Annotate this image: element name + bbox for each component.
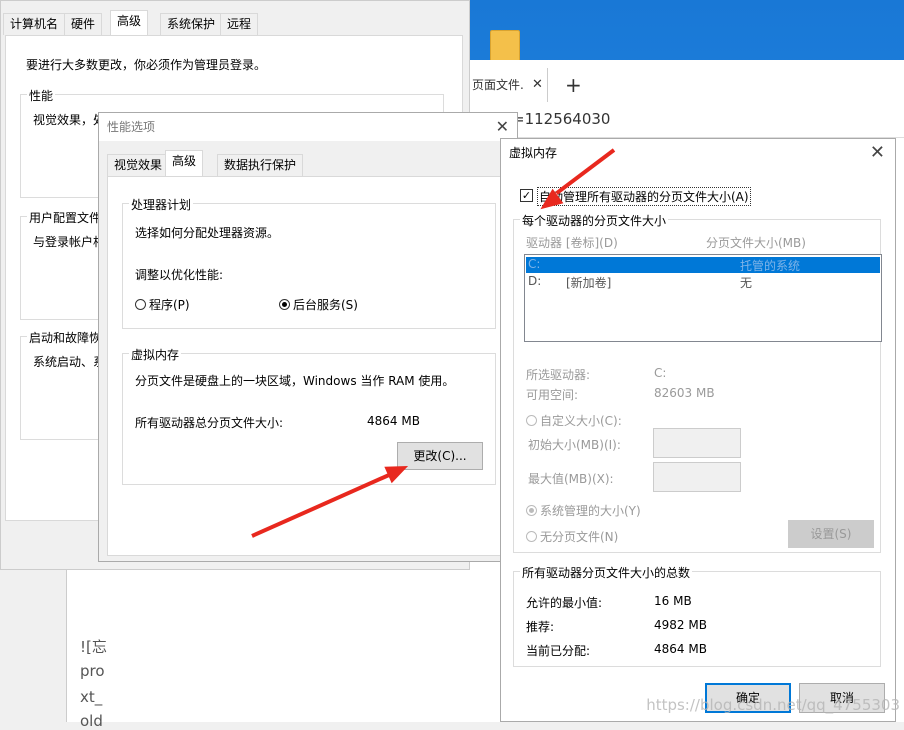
virtual-memory-dialog: 虚拟内存 ✕ ✓ 自动管理所有驱动器的分页文件大小(A) 每个驱动器的分页文件大… [500, 138, 896, 722]
free-space-value: 82603 MB [654, 386, 715, 400]
recommended-label: 推荐: [526, 620, 555, 634]
radio-background-services[interactable]: 后台服务(S) [279, 296, 358, 313]
per-drive-label: 每个驱动器的分页文件大小 [520, 212, 669, 229]
per-drive-group: 每个驱动器的分页文件大小 驱动器 [卷标](D) 分页文件大小(MB) C: 托… [513, 212, 882, 553]
admin-notice: 要进行大多数更改，你必须作为管理员登录。 [26, 58, 267, 72]
totals-group: 所有驱动器分页文件大小的总数 允许的最小值: 16 MB 推荐: 4982 MB… [513, 564, 881, 667]
processor-group-label: 处理器计划 [129, 196, 194, 213]
tab-hardware[interactable]: 硬件 [64, 13, 103, 35]
optimize-label: 调整以优化性能: [135, 268, 224, 282]
selected-drive-value: C: [654, 366, 667, 380]
user-profile-text: 与登录帐户相 [33, 235, 106, 249]
tab-visual-effects[interactable]: 视觉效果 [107, 154, 170, 176]
max-size-input[interactable] [653, 462, 741, 492]
perf-title: 性能选项 [107, 120, 156, 134]
drive-row-selected[interactable]: C: 托管的系统 [526, 257, 880, 273]
max-size-label: 最大值(MB)(X): [528, 472, 614, 486]
vm-total-label: 所有驱动器总分页文件大小: [135, 416, 284, 430]
radio-icon [526, 531, 537, 542]
custom-size-label: 自定义大小(C): [540, 414, 622, 428]
perf-advanced-panel: 处理器计划 选择如何分配处理器资源。 调整以优化性能: 程序(P) 后台服务(S… [107, 176, 511, 556]
drive-letter: C: [528, 257, 541, 271]
new-tab-icon[interactable]: + [565, 70, 585, 100]
tab-dep[interactable]: 数据执行保护 [217, 154, 304, 176]
recommended-value: 4982 MB [654, 618, 707, 632]
bg-text-line: ![忘 [80, 638, 107, 656]
browser-url-text: =112564030 [512, 110, 611, 128]
totals-label: 所有驱动器分页文件大小的总数 [520, 564, 693, 581]
radio-no-paging[interactable]: 无分页文件(N) [526, 528, 618, 545]
processor-desc: 选择如何分配处理器资源。 [135, 226, 280, 240]
min-allowed-value: 16 MB [654, 594, 692, 608]
radio-selected-icon [279, 299, 290, 310]
perf-titlebar: 性能选项 [99, 113, 517, 141]
current-value: 4864 MB [654, 642, 707, 656]
browser-tab-label: 页面文件. [472, 78, 524, 92]
auto-manage-checkbox[interactable]: ✓ [520, 189, 533, 202]
vm-total-value: 4864 MB [367, 414, 420, 428]
folder-icon[interactable] [490, 30, 520, 64]
selected-drive-label: 所选驱动器: [526, 368, 591, 382]
vm-desc: 分页文件是硬盘上的一块区域，Windows 当作 RAM 使用。 [135, 374, 455, 388]
free-space-label: 可用空间: [526, 388, 579, 402]
tab-advanced[interactable]: 高级 [110, 10, 149, 36]
auto-manage-label: 自动管理所有驱动器的分页文件大小(A) [537, 187, 751, 206]
watermark: https://blog.csdn.net/qq_4755303 [646, 696, 900, 714]
vm-title: 虚拟内存 [509, 146, 558, 160]
initial-size-label: 初始大小(MB)(I): [528, 438, 621, 452]
virtual-memory-group: 虚拟内存 分页文件是硬盘上的一块区域，Windows 当作 RAM 使用。 所有… [122, 346, 496, 485]
initial-size-input[interactable] [653, 428, 741, 458]
radio-custom-size[interactable]: 自定义大小(C): [526, 412, 622, 429]
drive-list[interactable]: C: 托管的系统 D: [新加卷] 无 [524, 254, 882, 342]
startup-label: 启动和故障恢 [27, 329, 104, 346]
radio-icon [135, 299, 146, 310]
startup-text: 系统启动、系 [33, 355, 106, 369]
col-drive-header: 驱动器 [卷标](D) [526, 236, 618, 250]
bg-text-line: pro [80, 662, 105, 680]
tab-remote[interactable]: 远程 [220, 13, 259, 35]
drive-row[interactable]: D: [新加卷] 无 [526, 274, 880, 290]
close-icon[interactable]: ✕ [870, 139, 885, 167]
radio-programs-label: 程序(P) [149, 298, 190, 312]
performance-text: 视觉效果，处 [33, 113, 106, 127]
bg-text-line: old [80, 712, 103, 730]
bg-text-line: xt_ [80, 688, 103, 706]
vm-group-label: 虚拟内存 [129, 346, 182, 363]
min-allowed-label: 允许的最小值: [526, 596, 603, 610]
user-profile-label: 用户配置文件 [27, 209, 104, 226]
radio-programs[interactable]: 程序(P) [135, 296, 190, 313]
tab-perf-advanced[interactable]: 高级 [165, 150, 204, 176]
set-button[interactable]: 设置(S) [788, 520, 874, 548]
drive-size: 无 [740, 276, 753, 290]
no-paging-label: 无分页文件(N) [540, 530, 619, 544]
drive-letter: D: [528, 274, 542, 288]
processor-scheduling-group: 处理器计划 选择如何分配处理器资源。 调整以优化性能: 程序(P) 后台服务(S… [122, 196, 496, 329]
radio-icon [526, 415, 537, 426]
drive-label: [新加卷] [566, 276, 612, 290]
performance-options-window: 性能选项 ✕ 视觉效果 高级 数据执行保护 处理器计划 选择如何分配处理器资源。… [98, 112, 518, 562]
close-tab-icon[interactable]: ✕ [532, 68, 548, 102]
system-managed-label: 系统管理的大小(Y) [540, 504, 641, 518]
drive-size: 托管的系统 [740, 259, 801, 273]
current-label: 当前已分配: [526, 644, 591, 658]
performance-label: 性能 [27, 87, 56, 104]
radio-icon [526, 505, 537, 516]
col-size-header: 分页文件大小(MB) [706, 236, 806, 250]
vm-titlebar: 虚拟内存 [501, 139, 895, 167]
close-icon[interactable]: ✕ [496, 113, 509, 141]
change-button[interactable]: 更改(C)... [397, 442, 483, 470]
radio-services-label: 后台服务(S) [293, 298, 358, 312]
tab-computer-name[interactable]: 计算机名 [3, 13, 66, 35]
radio-system-managed[interactable]: 系统管理的大小(Y) [526, 502, 641, 519]
background-document [66, 570, 470, 722]
tab-system-protection[interactable]: 系统保护 [160, 13, 223, 35]
